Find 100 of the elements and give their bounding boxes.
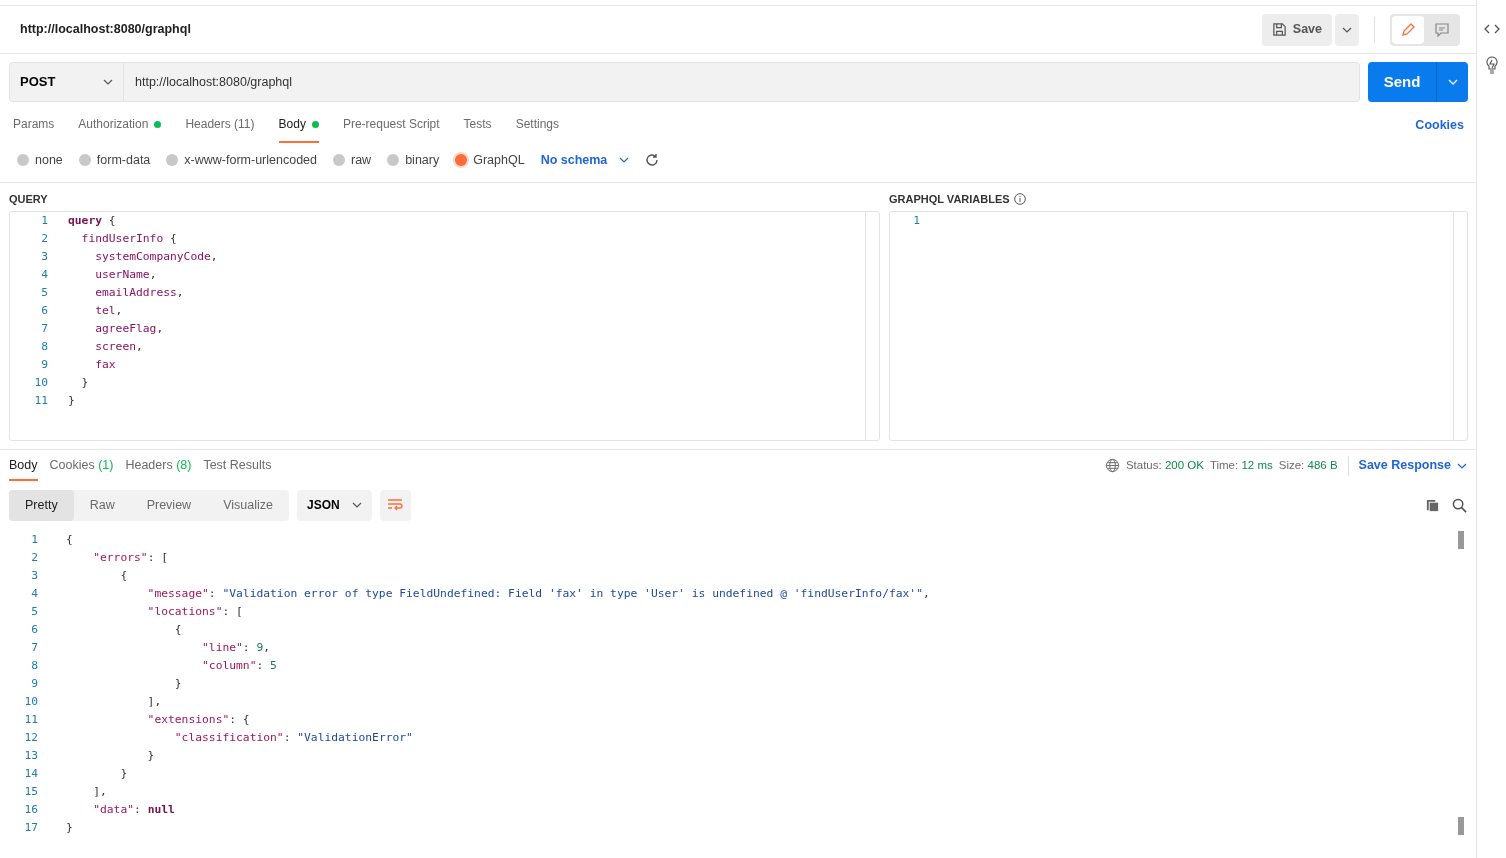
view-mode-tab[interactable]: Preview bbox=[130, 489, 208, 521]
code-line: query { bbox=[68, 212, 117, 229]
line-number: 1 bbox=[40, 212, 48, 229]
save-dropdown-button[interactable] bbox=[1335, 13, 1359, 46]
line-number: 10 bbox=[33, 374, 48, 391]
line-number: 8 bbox=[30, 657, 38, 674]
code-line: agreeFlag, bbox=[94, 320, 165, 337]
format-dropdown[interactable]: JSON bbox=[296, 489, 372, 521]
code-line: fax bbox=[94, 356, 117, 373]
chevron-down-icon bbox=[1447, 79, 1458, 85]
wrap-lines-button[interactable] bbox=[379, 489, 411, 521]
code-line: userName, bbox=[94, 266, 158, 283]
code-line: "message": "Validation error of type FieldUndefined: Field 'fax' in type 'User' is undefined @ 'findUserInfo/fax'", bbox=[146, 585, 931, 602]
code-line: systemCompanyCode, bbox=[94, 248, 219, 265]
view-mode-tab[interactable]: Raw bbox=[73, 489, 131, 521]
code-icon[interactable] bbox=[1483, 22, 1500, 36]
line-number: 7 bbox=[30, 639, 38, 656]
radio-button[interactable] bbox=[17, 154, 29, 166]
request-tab[interactable]: Headers (11) bbox=[185, 107, 255, 143]
line-number: 11 bbox=[33, 392, 48, 409]
response-stat: Status: 200 OK bbox=[1125, 457, 1204, 473]
request-tab[interactable]: Authorization bbox=[78, 107, 162, 143]
response-stat: Time: 12 ms bbox=[1209, 457, 1273, 473]
radio-button[interactable] bbox=[166, 154, 179, 166]
line-number: 7 bbox=[40, 320, 48, 337]
code-line: screen, bbox=[94, 338, 144, 355]
line-number: 16 bbox=[23, 801, 38, 818]
chevron-down-icon bbox=[1342, 26, 1352, 33]
line-number: 13 bbox=[23, 747, 38, 764]
search-icon[interactable] bbox=[1452, 497, 1467, 513]
code-line: } bbox=[119, 765, 129, 782]
line-number: 2 bbox=[30, 549, 38, 566]
code-line: { bbox=[119, 567, 129, 584]
send-button[interactable]: Send bbox=[1368, 62, 1436, 102]
line-number: 4 bbox=[30, 585, 38, 602]
refresh-icon[interactable] bbox=[645, 153, 660, 167]
code-line: "column": 5 bbox=[201, 657, 278, 674]
variables-editor[interactable]: 1 bbox=[889, 210, 1468, 441]
response-tab[interactable]: Cookies (1) bbox=[49, 450, 114, 481]
radio-option[interactable]: GraphQL bbox=[455, 150, 525, 170]
code-line: tel, bbox=[94, 302, 124, 319]
line-number: 4 bbox=[40, 266, 48, 283]
send-dropdown-button[interactable] bbox=[1436, 62, 1468, 102]
lightbulb-icon[interactable] bbox=[1483, 56, 1500, 74]
save-response-button[interactable]: Save Response bbox=[1358, 456, 1467, 475]
globe-icon bbox=[1104, 458, 1120, 473]
line-number: 11 bbox=[23, 711, 38, 728]
request-tab[interactable]: Params bbox=[13, 107, 55, 143]
radio-button[interactable] bbox=[387, 154, 400, 166]
radio-button[interactable] bbox=[333, 154, 345, 166]
line-number: 1 bbox=[912, 212, 920, 229]
code-line: "extensions": { bbox=[146, 711, 251, 728]
radio-option[interactable]: form-data bbox=[78, 150, 151, 170]
request-tab[interactable]: Pre-request Script bbox=[342, 107, 440, 143]
request-tab[interactable]: Body bbox=[278, 107, 319, 143]
section-label: GRAPHQL VARIABLES bbox=[889, 192, 1010, 207]
copy-icon[interactable] bbox=[1425, 497, 1440, 513]
line-number: 14 bbox=[23, 765, 38, 782]
code-line: ], bbox=[146, 693, 163, 710]
method-dropdown[interactable]: POST bbox=[9, 62, 124, 102]
radio-option[interactable]: binary bbox=[387, 150, 440, 170]
radio-button[interactable] bbox=[455, 154, 468, 166]
response-tab[interactable]: Test Results bbox=[203, 450, 272, 481]
line-number: 12 bbox=[23, 729, 38, 746]
request-tab[interactable]: Settings bbox=[515, 107, 559, 143]
request-tab[interactable]: Tests bbox=[463, 107, 492, 143]
radio-option[interactable]: none bbox=[17, 150, 63, 170]
code-line: { bbox=[66, 531, 74, 548]
schema-dropdown[interactable]: No schema bbox=[540, 150, 630, 170]
line-number: 17 bbox=[23, 819, 38, 836]
query-editor[interactable]: 1 2 3 4 5 6 7 8 9 10 11 query { findUserInfo { systemCompanyCode, userName, emailAddress, tel, agreeFlag, screen, fax } } bbox=[9, 210, 880, 441]
radio-option[interactable]: x-www-form-urlencoded bbox=[166, 150, 317, 170]
code-line: "data": null bbox=[92, 801, 176, 818]
url-field[interactable]: http://localhost:8080/graphql bbox=[124, 62, 1360, 102]
chevron-down-icon bbox=[351, 502, 362, 508]
line-number: 2 bbox=[40, 230, 48, 247]
code-line: "classification": "ValidationError" bbox=[173, 729, 414, 746]
response-tab[interactable]: Body bbox=[9, 450, 38, 481]
line-number: 3 bbox=[30, 567, 38, 584]
code-line: ], bbox=[92, 783, 108, 800]
scrollbar-thumb[interactable] bbox=[1458, 530, 1464, 549]
code-line: findUserInfo { bbox=[80, 230, 178, 247]
line-number: 8 bbox=[40, 338, 48, 355]
cookies-link[interactable]: Cookies bbox=[1415, 115, 1464, 135]
view-mode-tab[interactable]: Visualize bbox=[207, 489, 289, 521]
code-line: "errors": [ bbox=[92, 549, 170, 566]
radio-option[interactable]: raw bbox=[333, 150, 372, 170]
chevron-down-icon bbox=[1457, 462, 1467, 469]
response-stat: Size: 486 B bbox=[1278, 457, 1338, 473]
line-number: 10 bbox=[23, 693, 38, 710]
response-tab[interactable]: Headers (8) bbox=[125, 450, 192, 481]
chevron-down-icon bbox=[103, 79, 113, 85]
wrap-lines-icon bbox=[387, 498, 404, 512]
line-number: 9 bbox=[40, 356, 48, 373]
radio-button[interactable] bbox=[78, 154, 91, 166]
view-mode-tab[interactable]: Pretty bbox=[9, 489, 74, 521]
save-button[interactable]: Save bbox=[1261, 13, 1332, 46]
line-number: 15 bbox=[23, 783, 38, 800]
pencil-icon[interactable] bbox=[1392, 15, 1424, 44]
scrollbar-thumb[interactable] bbox=[1458, 816, 1464, 835]
